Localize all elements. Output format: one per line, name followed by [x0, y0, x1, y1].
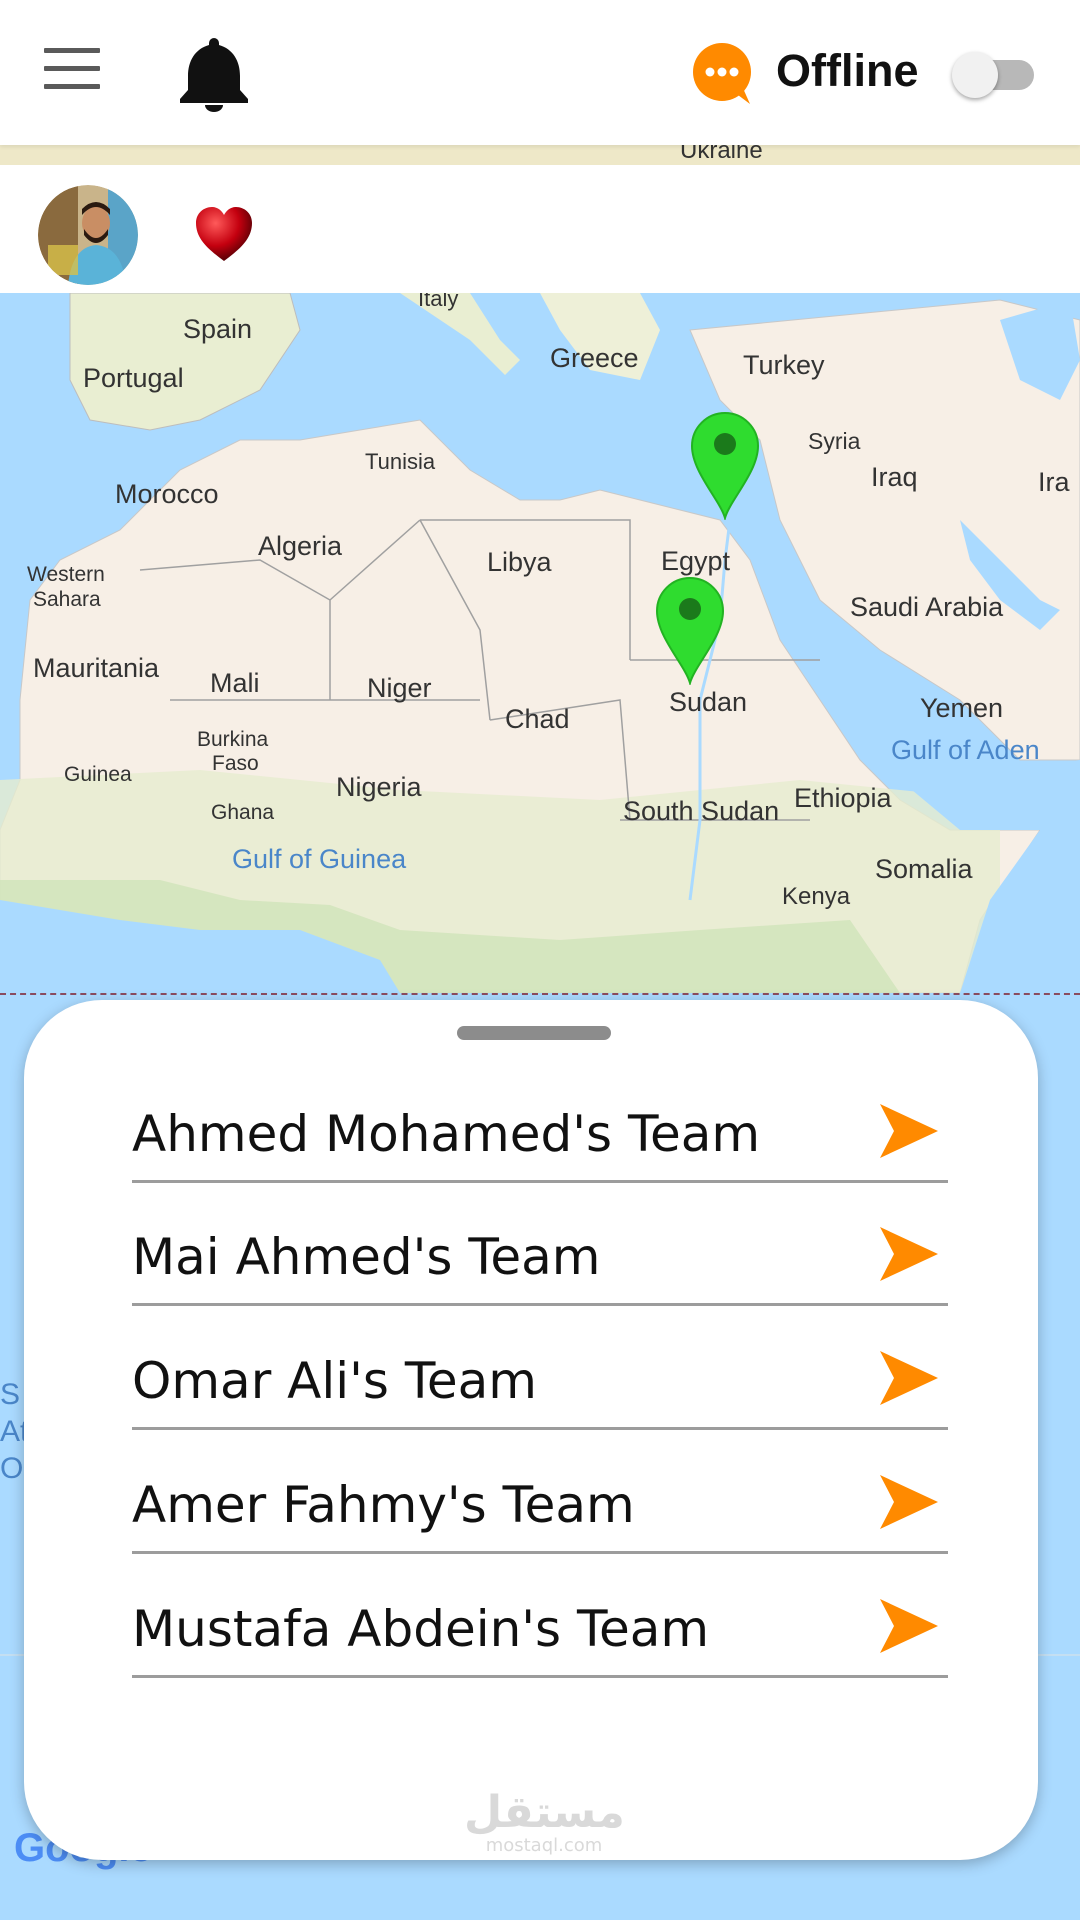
map-label-syria: Syria [808, 428, 861, 454]
map-label-somalia: Somalia [875, 854, 973, 884]
team-name: Ahmed Mohamed's Team [132, 1105, 761, 1163]
team-name: Mustafa Abdein's Team [132, 1600, 710, 1658]
map-label-western-sahara-2: Sahara [33, 588, 101, 611]
mostaql-watermark: مستقل mostaql.com [464, 1787, 625, 1856]
map-label-atlantic-1: S [0, 1378, 21, 1411]
arrow-right-icon[interactable] [878, 1597, 940, 1655]
teams-bottom-sheet[interactable]: Ahmed Mohamed's Team Mai Ahmed's Team Om… [24, 1000, 1038, 1860]
arrow-right-icon[interactable] [878, 1225, 940, 1283]
top-app-bar: Offline [0, 0, 1080, 145]
map-label-portugal: Portugal [83, 363, 184, 393]
user-avatar[interactable] [38, 185, 138, 285]
map-label-ukraine: Ukraine [680, 145, 763, 164]
map-marker-egypt-north[interactable] [690, 410, 760, 520]
map-label-algeria: Algeria [258, 531, 343, 561]
team-list-item[interactable]: Omar Ali's Team [132, 1327, 948, 1430]
heart-icon[interactable] [194, 205, 254, 263]
map-label-gulf-of-aden: Gulf of Aden [891, 735, 1040, 765]
map-label-egypt: Egypt [661, 546, 731, 576]
map-label-mauritania: Mauritania [33, 653, 160, 683]
map-label-greece: Greece [550, 343, 639, 373]
watermark-url: mostaql.com [485, 1835, 603, 1856]
team-name: Amer Fahmy's Team [132, 1476, 635, 1534]
map-label-western-sahara-1: Western [27, 563, 105, 586]
hamburger-menu-icon[interactable] [44, 48, 100, 94]
chat-bubble-icon [693, 43, 751, 104]
arrow-right-icon[interactable] [878, 1102, 940, 1160]
map-label-burkina-1: Burkina [197, 728, 269, 751]
map-label-tunisia: Tunisia [365, 449, 436, 474]
map-label-turkey: Turkey [743, 350, 825, 380]
map-label-morocco: Morocco [115, 479, 219, 509]
map-label-yemen: Yemen [920, 693, 1004, 723]
toggle-knob [952, 52, 998, 98]
team-list-item[interactable]: Mustafa Abdein's Team [132, 1575, 948, 1678]
map-label-ethiopia: Ethiopia [794, 783, 892, 813]
team-name: Omar Ali's Team [132, 1352, 537, 1410]
map-label-mali: Mali [210, 668, 260, 698]
map-label-ghana: Ghana [211, 801, 275, 824]
sheet-drag-handle[interactable] [457, 1026, 611, 1040]
map-label-south-sudan: South Sudan [623, 796, 780, 826]
team-name: Mai Ahmed's Team [132, 1228, 601, 1286]
map-label-iran: Ira [1038, 467, 1070, 497]
profile-row [0, 165, 1080, 293]
map-marker-sudan-border[interactable] [655, 575, 725, 685]
map-label-kenya: Kenya [782, 883, 851, 910]
notification-bell-icon[interactable] [178, 34, 250, 112]
map-label-chad: Chad [505, 704, 570, 734]
map-label-gulf-of-guinea: Gulf of Guinea [232, 844, 407, 874]
arrow-right-icon[interactable] [878, 1349, 940, 1407]
map-label-spain: Spain [183, 314, 253, 344]
map-label-sudan: Sudan [669, 687, 748, 717]
team-list-item[interactable]: Ahmed Mohamed's Team [132, 1080, 948, 1183]
online-status-label: Offline [776, 45, 919, 96]
map-label-libya: Libya [487, 547, 552, 577]
map-label-saudi-arabia: Saudi Arabia [850, 592, 1004, 622]
team-list-item[interactable]: Mai Ahmed's Team [132, 1203, 948, 1306]
map-dashed-divider [0, 993, 1080, 995]
online-status-toggle[interactable] [952, 52, 1034, 98]
map-label-nigeria: Nigeria [336, 772, 422, 802]
team-list-item[interactable]: Amer Fahmy's Team [132, 1451, 948, 1554]
map-label-iraq: Iraq [871, 462, 918, 492]
map-label-guinea: Guinea [64, 763, 132, 786]
map-label-niger: Niger [367, 673, 432, 703]
arrow-right-icon[interactable] [878, 1473, 940, 1531]
map-label-burkina-2: Faso [212, 752, 259, 775]
watermark-arabic: مستقل [464, 1787, 625, 1838]
